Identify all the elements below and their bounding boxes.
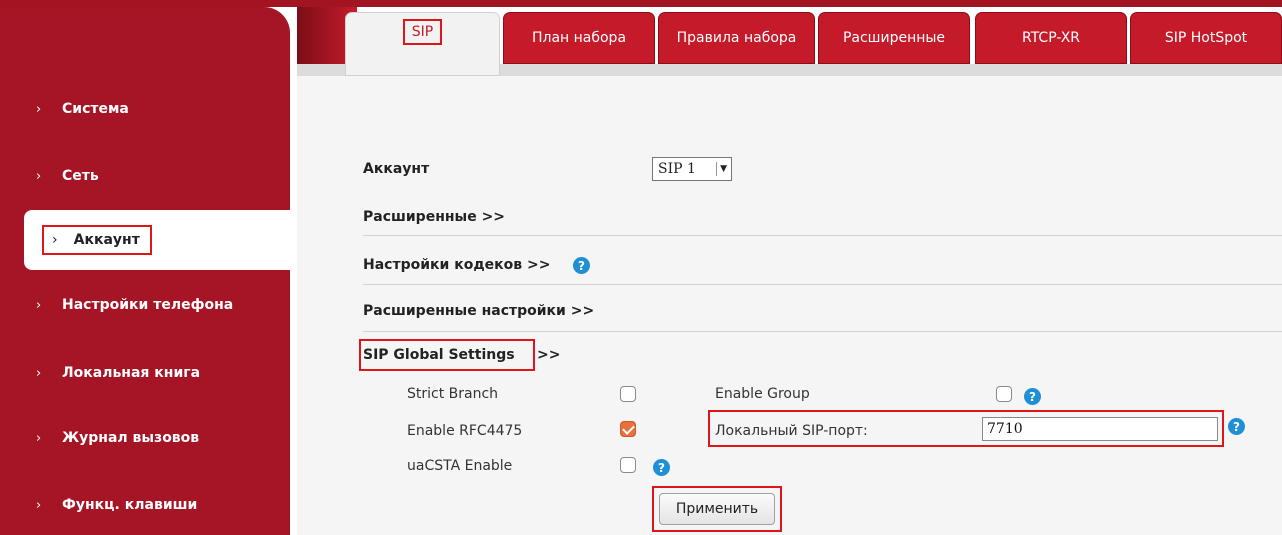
- strict-branch-label: Strict Branch: [407, 386, 499, 402]
- section-codecs[interactable]: Настройки кодеков >>: [363, 257, 550, 273]
- tab-sip[interactable]: SIP: [345, 12, 500, 76]
- tab-label: Расширенные: [842, 30, 946, 46]
- chevron-right-icon: ›: [36, 497, 42, 513]
- account-select[interactable]: SIP 1 ▼: [652, 157, 732, 181]
- tab-label: План набора: [531, 30, 627, 46]
- section-sip-global-settings[interactable]: SIP Global Settings: [363, 347, 515, 363]
- sidebar-item-label: Аккаунт: [73, 232, 140, 248]
- apply-button[interactable]: Применить: [659, 493, 775, 525]
- sidebar-item-label: Система: [62, 101, 129, 117]
- tab-dial-plan[interactable]: План набора: [503, 12, 655, 64]
- local-sip-port-label: Локальный SIP-порт:: [715, 423, 868, 439]
- chevron-right-icon: ›: [36, 168, 42, 184]
- highlight-box: › Аккаунт: [42, 225, 152, 255]
- top-strip: [0, 0, 1282, 7]
- chevron-down-icon: ▼: [716, 162, 727, 176]
- divider: [363, 331, 1282, 332]
- tab-label: SIP HotSpot: [1164, 30, 1248, 46]
- chevron-right-icon: ›: [36, 365, 42, 381]
- chevron-right-icon: ›: [36, 430, 42, 446]
- help-icon[interactable]: ?: [653, 459, 670, 476]
- tab-sip-hotspot[interactable]: SIP HotSpot: [1130, 12, 1282, 64]
- chevron-right-icon: ›: [36, 101, 42, 117]
- help-icon[interactable]: ?: [1024, 388, 1041, 405]
- divider: [363, 284, 1282, 285]
- section-sip-global-suffix: >>: [537, 347, 561, 363]
- sidebar-item-label: Локальная книга: [62, 365, 201, 381]
- sidebar-item-label: Журнал вызовов: [62, 430, 200, 446]
- uacsta-enable-checkbox[interactable]: [620, 457, 636, 473]
- sidebar-item-call-log[interactable]: › Журнал вызовов: [0, 412, 290, 464]
- tab-rtcp-xr[interactable]: RTCP-XR: [975, 12, 1127, 64]
- section-advanced-settings[interactable]: Расширенные настройки >>: [363, 303, 594, 319]
- tab-label: SIP: [411, 24, 434, 40]
- tab-label: RTCP-XR: [1021, 30, 1081, 46]
- local-sip-port-input[interactable]: [982, 417, 1218, 441]
- tab-dial-rules[interactable]: Правила набора: [658, 12, 815, 64]
- sidebar-item-label: Функц. клавиши: [62, 497, 198, 513]
- sidebar-item-account[interactable]: › Аккаунт: [24, 210, 290, 270]
- enable-rfc4475-label: Enable RFC4475: [407, 423, 523, 439]
- divider: [363, 235, 1282, 236]
- strict-branch-checkbox[interactable]: [620, 386, 636, 402]
- enable-rfc4475-checkbox[interactable]: [620, 421, 636, 437]
- enable-group-label: Enable Group: [715, 386, 810, 402]
- help-icon[interactable]: ?: [573, 257, 590, 274]
- account-select-value: SIP 1: [658, 161, 696, 177]
- uacsta-enable-label: uaCSTA Enable: [407, 458, 513, 474]
- enable-group-checkbox[interactable]: [996, 386, 1012, 402]
- sidebar-item-label: Настройки телефона: [62, 297, 234, 313]
- sidebar-item-label: Сеть: [62, 168, 99, 184]
- tab-advanced[interactable]: Расширенные: [818, 12, 970, 64]
- help-icon[interactable]: ?: [1228, 418, 1245, 435]
- sidebar-item-function-keys[interactable]: › Функц. клавиши: [0, 479, 290, 531]
- sidebar-item-network[interactable]: › Сеть: [0, 150, 290, 202]
- settings-panel: Аккаунт SIP 1 ▼ Расширенные >> Настройки…: [297, 76, 1282, 535]
- sidebar: › Система › Сеть › Аккаунт › Настройки т…: [0, 7, 290, 535]
- sidebar-item-phonebook[interactable]: › Локальная книга: [0, 347, 290, 399]
- account-label: Аккаунт: [363, 161, 430, 177]
- sidebar-item-phone-settings[interactable]: › Настройки телефона: [0, 279, 290, 331]
- tab-label: Правила набора: [676, 30, 797, 46]
- highlight-box: SIP: [402, 19, 443, 45]
- chevron-right-icon: ›: [52, 232, 58, 248]
- section-advanced[interactable]: Расширенные >>: [363, 209, 505, 225]
- sidebar-item-system[interactable]: › Система: [0, 83, 290, 135]
- chevron-right-icon: ›: [36, 297, 42, 313]
